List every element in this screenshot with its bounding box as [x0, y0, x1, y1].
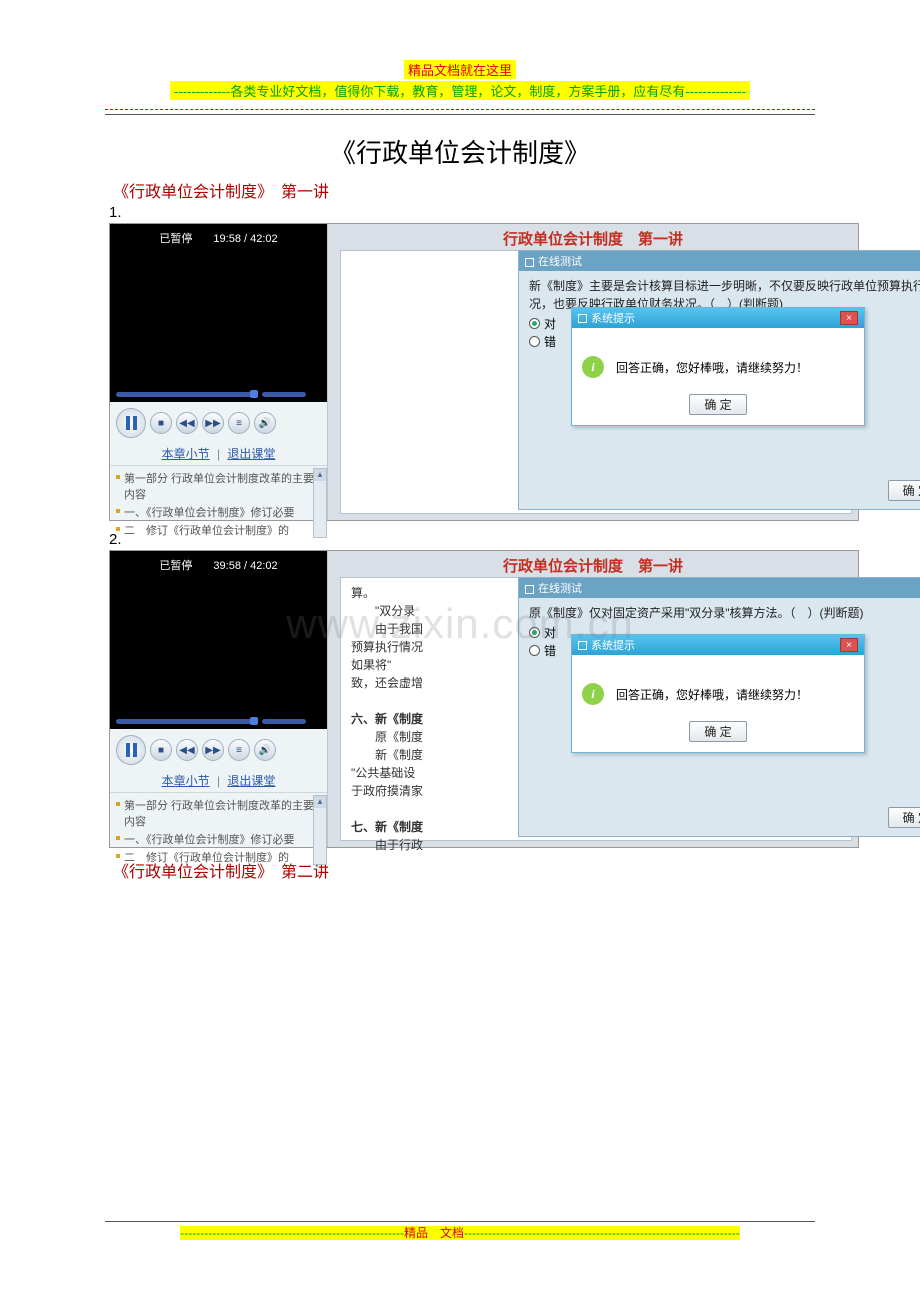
video-time: 19:58 / 42:02	[213, 233, 277, 245]
close-icon[interactable]: ×	[840, 638, 858, 652]
chapter-item[interactable]: 第一部分 行政单位会计制度改革的主要内容	[116, 470, 321, 502]
tip-message: 回答正确，您好棒哦，请继续努力！	[616, 359, 808, 376]
exit-class-link[interactable]: 退出课堂	[227, 774, 275, 788]
lecture-title: 行政单位会计制度 第一讲	[328, 551, 858, 580]
video-time: 39:58 / 42:02	[213, 560, 277, 572]
header-line1: 精品文档就在这里	[404, 60, 516, 79]
player-panel: 已暂停 39:58 / 42:02 ■ ◀◀ ▶▶ ≡ 🔊 本章小节 | 退出课…	[110, 551, 328, 847]
exit-class-link[interactable]: 退出课堂	[227, 447, 275, 461]
online-test-panel: 在线测试 原《制度》仅对固定资产采用"双分录"核算方法。（ ）(判断题) 对 错…	[518, 577, 920, 837]
content-pane: 行政单位会计制度 第一讲 在线测试 新《制度》主要是会计核算目标进一步明晰，不仅…	[328, 224, 858, 520]
video-area: 已暂停 39:58 / 42:02	[110, 551, 327, 729]
header-divider-dashed	[105, 109, 815, 110]
video-status: 已暂停	[159, 557, 192, 573]
scroll-up-icon[interactable]: ▴	[314, 796, 326, 808]
rewind-button[interactable]: ◀◀	[176, 412, 198, 434]
volume-button[interactable]: 🔊	[254, 412, 276, 434]
chapter-item[interactable]: 第一部分 行政单位会计制度改革的主要内容	[116, 797, 321, 829]
footer-dashes-left: ----------------------------------------…	[180, 1226, 404, 1240]
close-icon[interactable]: ×	[840, 311, 858, 325]
nav-links: 本章小节 | 退出课堂	[110, 442, 327, 466]
header-divider-solid	[105, 114, 815, 115]
document-title: 《行政单位会计制度》	[105, 133, 815, 170]
stop-button[interactable]: ■	[150, 412, 172, 434]
video-status: 已暂停	[159, 230, 192, 246]
list-button[interactable]: ≡	[228, 739, 250, 761]
tip-dialog: 系统提示 × i 回答正确，您好棒哦，请继续努力！ 确 定	[571, 307, 865, 426]
square-icon	[525, 585, 534, 594]
ok-button[interactable]: 确 定	[689, 394, 746, 415]
chapter-list: 第一部分 行政单位会计制度改革的主要内容 一、《行政单位会计制度》修订必要 二 …	[110, 793, 327, 871]
player-controls: ■ ◀◀ ▶▶ ≡ 🔊	[110, 729, 327, 769]
lecture-title: 行政单位会计制度 第一讲	[328, 224, 858, 253]
chapter-summary-link[interactable]: 本章小节	[162, 447, 210, 461]
radio-icon[interactable]	[529, 627, 540, 638]
radio-icon[interactable]	[529, 645, 540, 656]
forward-button[interactable]: ▶▶	[202, 739, 224, 761]
player-controls: ■ ◀◀ ▶▶ ≡ 🔊	[110, 402, 327, 442]
footer-label: 精品 文档	[404, 1226, 464, 1240]
volume-button[interactable]: 🔊	[254, 739, 276, 761]
info-icon: i	[582, 356, 604, 378]
ok-button[interactable]: 确 定	[689, 721, 746, 742]
item-number-1: 1.	[109, 204, 815, 221]
chapter-item[interactable]: 二 修订《行政单位会计制度》的	[116, 522, 321, 538]
chapter-summary-link[interactable]: 本章小节	[162, 774, 210, 788]
screenshot-1: 已暂停 19:58 / 42:02 ■ ◀◀ ▶▶ ≡ 🔊 本章小节 | 退出课…	[109, 223, 859, 521]
pause-button[interactable]	[116, 408, 146, 438]
nav-separator: |	[217, 774, 220, 788]
doc-header: 精品文档就在这里 -------------各类专业好文档，值得你下载，教育，管…	[105, 60, 815, 101]
forward-button[interactable]: ▶▶	[202, 412, 224, 434]
chapter-item[interactable]: 二 修订《行政单位会计制度》的	[116, 849, 321, 865]
nav-separator: |	[217, 447, 220, 461]
section-heading-1: 《行政单位会计制度》 第一讲	[113, 178, 815, 202]
tip-title: 系统提示	[591, 637, 635, 653]
info-icon: i	[582, 683, 604, 705]
submit-button[interactable]: 确 定	[888, 480, 920, 501]
progress-slider[interactable]	[116, 388, 316, 398]
footer-dashes-right: ----------------------------------------…	[464, 1226, 740, 1240]
tip-dialog: 系统提示 × i 回答正确，您好棒哦，请继续努力！ 确 定	[571, 634, 865, 753]
test-panel-header: 在线测试	[519, 251, 920, 271]
scrollbar[interactable]: ▴	[313, 795, 327, 865]
submit-button[interactable]: 确 定	[888, 807, 920, 828]
pause-button[interactable]	[116, 735, 146, 765]
header-line2: -------------各类专业好文档，值得你下载，教育，管理，论文，制度，方…	[170, 81, 750, 100]
progress-slider[interactable]	[116, 715, 316, 725]
radio-icon[interactable]	[529, 318, 540, 329]
tip-titlebar[interactable]: 系统提示 ×	[572, 308, 864, 328]
doc-footer: ----------------------------------------…	[105, 1221, 815, 1242]
radio-icon[interactable]	[529, 336, 540, 347]
rewind-button[interactable]: ◀◀	[176, 739, 198, 761]
tip-title: 系统提示	[591, 310, 635, 326]
stop-button[interactable]: ■	[150, 739, 172, 761]
chapter-item[interactable]: 一、《行政单位会计制度》修订必要	[116, 504, 321, 520]
footer-divider	[105, 1221, 815, 1222]
test-panel-header: 在线测试	[519, 578, 920, 598]
question-text: 原《制度》仅对固定资产采用"双分录"核算方法。（ ）(判断题)	[519, 598, 920, 624]
screenshot-2: 已暂停 39:58 / 42:02 ■ ◀◀ ▶▶ ≡ 🔊 本章小节 | 退出课…	[109, 550, 859, 848]
online-test-panel: 在线测试 新《制度》主要是会计核算目标进一步明晰，不仅要反映行政单位预算执行情况…	[518, 250, 920, 510]
square-icon	[578, 641, 587, 650]
nav-links: 本章小节 | 退出课堂	[110, 769, 327, 793]
square-icon	[578, 314, 587, 323]
player-panel: 已暂停 19:58 / 42:02 ■ ◀◀ ▶▶ ≡ 🔊 本章小节 | 退出课…	[110, 224, 328, 520]
chapter-list: 第一部分 行政单位会计制度改革的主要内容 一、《行政单位会计制度》修订必要 二 …	[110, 466, 327, 544]
video-area: 已暂停 19:58 / 42:02	[110, 224, 327, 402]
list-button[interactable]: ≡	[228, 412, 250, 434]
scrollbar[interactable]: ▴	[313, 468, 327, 538]
content-pane: 行政单位会计制度 第一讲 算。 "双分录 由于我国 预算执行情况 如果将" 致，…	[328, 551, 858, 847]
tip-titlebar[interactable]: 系统提示 ×	[572, 635, 864, 655]
tip-message: 回答正确，您好棒哦，请继续努力！	[616, 686, 808, 703]
chapter-item[interactable]: 一、《行政单位会计制度》修订必要	[116, 831, 321, 847]
scroll-up-icon[interactable]: ▴	[314, 469, 326, 481]
square-icon	[525, 258, 534, 267]
